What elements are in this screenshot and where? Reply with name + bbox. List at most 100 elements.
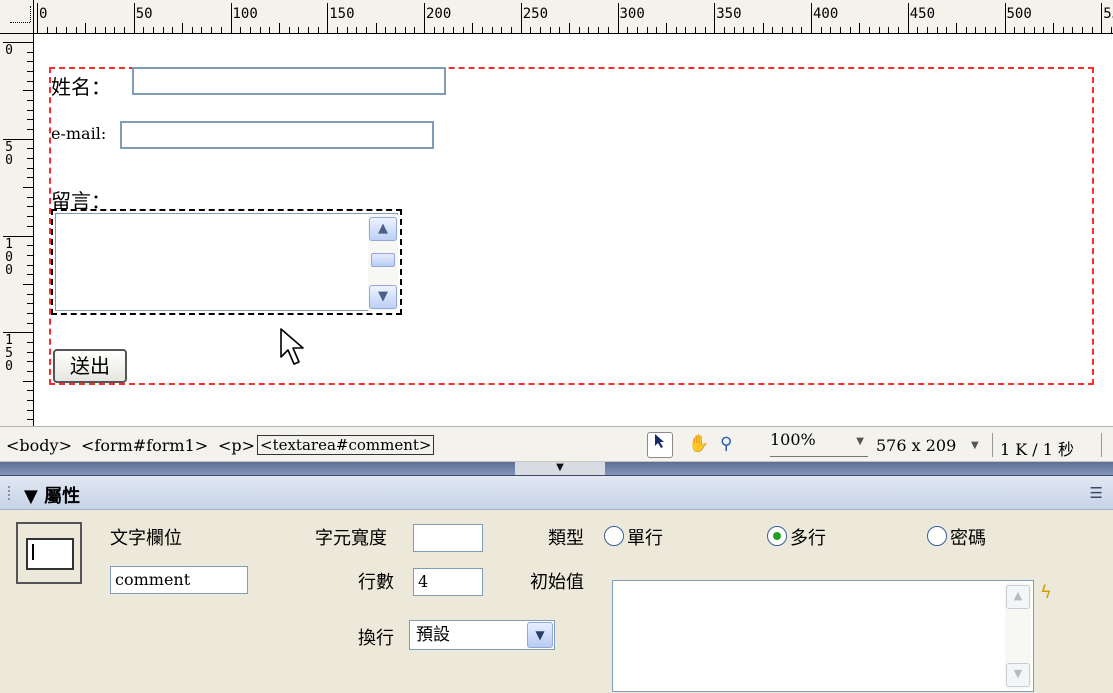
field-name-input[interactable]: comment: [110, 566, 248, 594]
properties-title[interactable]: ▼ 屬性: [24, 482, 80, 508]
ruler-tick: [201, 27, 203, 33]
scroll-up-icon[interactable]: ▲: [1006, 585, 1030, 609]
radio-password-label[interactable]: 密碼: [950, 524, 986, 550]
scroll-down-icon[interactable]: ▼: [369, 285, 397, 309]
properties-header[interactable]: ▼ 屬性 ☰: [0, 476, 1113, 510]
num-lines-input[interactable]: 4: [413, 568, 483, 596]
ruler-tick: [27, 225, 33, 227]
ruler-tick: [1043, 27, 1045, 33]
ruler-tick: [1062, 27, 1064, 33]
ruler-tick: [27, 254, 33, 256]
collapse-arrow-icon[interactable]: ▼: [515, 462, 605, 475]
ruler-tick: [540, 27, 542, 33]
ruler-label: 0: [39, 6, 48, 22]
ruler-tick: [27, 390, 33, 392]
ruler-label: 150: [5, 333, 13, 375]
ruler-tick: [27, 119, 33, 121]
chevron-down-icon: ▼: [856, 436, 864, 447]
ruler-tick: [723, 27, 725, 33]
zoom-select[interactable]: 100% ▼: [770, 430, 868, 457]
ruler-tick: [191, 27, 193, 33]
panel-splitter[interactable]: ▼: [0, 462, 1113, 476]
name-input[interactable]: [132, 67, 446, 95]
ruler-tick: [404, 27, 406, 33]
radio-password[interactable]: [927, 526, 947, 546]
options-menu-icon[interactable]: ☰: [1090, 484, 1103, 502]
drag-grip-icon[interactable]: [8, 486, 16, 500]
separator: [992, 433, 993, 457]
ruler-label: 400: [813, 6, 839, 22]
ruler-tick: [1014, 27, 1016, 33]
ruler-tick: [588, 27, 590, 33]
ruler-tick: [811, 3, 812, 33]
ruler-tick: [946, 27, 948, 33]
ruler-tick: [27, 274, 33, 276]
tag-textarea-selected[interactable]: <textarea#comment>: [257, 435, 435, 455]
ruler-tick: [704, 27, 706, 33]
ruler-tick: [27, 245, 33, 247]
ruler-tick: [27, 51, 33, 53]
window-size-dropdown-icon[interactable]: ▼: [971, 440, 979, 451]
ruler-tick: [27, 216, 33, 218]
wrap-select[interactable]: 預設 ▼: [409, 620, 555, 650]
ruler-tick: [578, 27, 580, 33]
ruler-tick: [888, 27, 890, 33]
ruler-tick: [462, 27, 464, 33]
ruler-corner[interactable]: [0, 0, 34, 34]
ruler-tick: [781, 27, 783, 33]
ruler-tick: [936, 27, 938, 33]
init-value-scrollbar[interactable]: ▲ ▼: [1005, 583, 1031, 689]
ruler-tick: [27, 196, 33, 198]
ruler-tick: [1091, 27, 1093, 33]
radio-multi-line-label[interactable]: 多行: [790, 524, 826, 550]
ruler-tick: [307, 27, 309, 33]
ruler-tick: [288, 27, 290, 33]
tag-p[interactable]: <p>: [218, 436, 255, 455]
name-label: 姓名：: [51, 75, 111, 99]
design-canvas[interactable]: 姓名： e-mail: 留言： ▲ ▼ 送出: [35, 35, 1113, 426]
ruler-tick: [37, 3, 38, 33]
ruler-tick: [23, 283, 33, 285]
email-input[interactable]: [120, 121, 434, 149]
scroll-down-icon[interactable]: ▼: [1006, 663, 1030, 687]
window-size[interactable]: 576 x 209: [876, 436, 956, 455]
radio-single-line[interactable]: [604, 526, 624, 546]
ruler-tick: [1072, 27, 1074, 33]
ruler-tick: [840, 27, 842, 33]
ruler-tick: [472, 23, 474, 33]
comment-textarea[interactable]: ▲ ▼: [51, 209, 402, 315]
chevron-down-icon[interactable]: ▼: [527, 622, 553, 648]
lightning-bolt-icon[interactable]: ϟ: [1040, 582, 1052, 603]
ruler-tick: [482, 27, 484, 33]
ruler-label: 50: [135, 6, 153, 22]
submit-button[interactable]: 送出: [53, 349, 127, 383]
textarea-scrollbar[interactable]: ▲ ▼: [368, 215, 398, 311]
ruler-tick: [917, 27, 919, 33]
radio-single-line-label[interactable]: 單行: [627, 524, 663, 550]
ruler-tick: [656, 27, 658, 33]
ruler-tick: [569, 23, 571, 33]
zoom-value: 100%: [770, 430, 816, 449]
char-width-input[interactable]: [413, 524, 483, 552]
ruler-tick: [869, 27, 871, 33]
radio-multi-line[interactable]: [767, 526, 787, 546]
ruler-tick: [965, 27, 967, 33]
ruler-tick: [956, 23, 958, 33]
ruler-tick: [675, 27, 677, 33]
scroll-up-icon[interactable]: ▲: [369, 217, 397, 241]
init-value-textarea[interactable]: ▲ ▼: [612, 580, 1034, 692]
ruler-tick: [27, 61, 33, 63]
pointer-tool-icon[interactable]: [647, 432, 673, 458]
hand-tool-icon[interactable]: ✋: [688, 434, 709, 454]
tag-form[interactable]: <form#form1>: [81, 436, 208, 455]
ruler-tick: [124, 27, 126, 33]
ruler-tick: [414, 27, 416, 33]
zoom-tool-icon[interactable]: ⚲: [720, 434, 732, 454]
ruler-tick: [820, 27, 822, 33]
tag-body[interactable]: <body>: [6, 436, 72, 455]
scroll-thumb[interactable]: [371, 253, 395, 267]
ruler-tick: [27, 177, 33, 179]
ruler-tick: [27, 109, 33, 111]
horizontal-ruler: 0 50 100 150 200 250 300 350 400 450 500 550: [34, 0, 1113, 34]
ruler-tick: [1052, 23, 1054, 33]
